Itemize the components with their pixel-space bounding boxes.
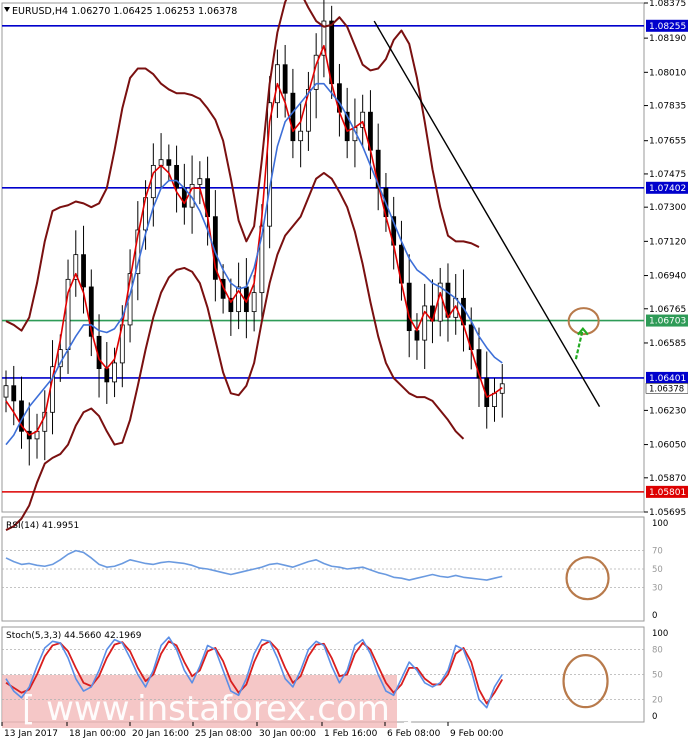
candle-body (104, 368, 110, 383)
candle-body (11, 385, 17, 402)
rsi-line (5, 549, 503, 581)
x-tick-label: 20 Jan 16:00 (132, 729, 189, 739)
level-tag-label: 1.06703 (649, 317, 686, 327)
y-tick-label: 1.07300 (649, 203, 686, 213)
y-tick-label: 1.05695 (649, 508, 686, 518)
stoch-annotation-circle (562, 654, 609, 709)
candle-body (174, 164, 179, 189)
stoch-tick-label: 20 (652, 695, 663, 705)
candle-body (166, 159, 172, 166)
watermark-text: [ www.instaforex.com ] (22, 689, 414, 729)
level-tag-label: 1.05801 (649, 488, 686, 498)
eurusd-chart: [ www.instaforex.com ] 1.08375 1.08190 1.08… (1, 0, 688, 739)
candle-body (406, 282, 412, 332)
stoch-tick-label: 50 (652, 671, 663, 681)
bollinger-upper-line (5, 0, 480, 332)
stoch-tick-label: 0 (652, 712, 657, 722)
candle-body (251, 292, 257, 313)
level-tag-label: 1.08255 (649, 22, 686, 32)
candle-body (150, 164, 156, 199)
level-tag-label: 1.06401 (649, 374, 686, 384)
y-tick-label: 1.06765 (649, 305, 686, 315)
y-tick-label: 1.05870 (649, 474, 686, 484)
candle-body (492, 392, 497, 407)
y-tick-label: 1.08010 (649, 68, 686, 78)
stoch-title: Stoch(5,3,3) 44.5660 42.1969 (6, 631, 142, 641)
candle-body (298, 130, 304, 142)
x-tick-label: 18 Jan 00:00 (69, 729, 126, 739)
chart-root: [ www.instaforex.com ] 1.08375 1.08190 1.08… (0, 0, 688, 743)
y-tick-label: 1.06940 (649, 272, 686, 282)
rsi-tick-label: 50 (652, 565, 663, 575)
y-tick-label: 1.06050 (649, 441, 686, 451)
x-tick-label: 1 Feb 16:00 (324, 729, 378, 739)
candle-body (81, 254, 86, 288)
rsi-annotation-circle (565, 556, 610, 601)
candle-body (3, 385, 9, 398)
rsi-tick-label: 0 (652, 611, 657, 621)
y-tick-label: 1.06585 (649, 339, 686, 349)
y-tick-label: 1.08190 (649, 34, 686, 44)
y-tick-label: 1.07835 (649, 102, 686, 112)
x-tick-label: 30 Jan 00:00 (259, 729, 316, 739)
y-tick-label: 1.06230 (649, 406, 686, 416)
candle-body (414, 330, 420, 341)
candle-body (197, 178, 203, 185)
rsi-tick-label: 30 (652, 583, 663, 593)
x-tick-label: 25 Jan 08:00 (195, 729, 252, 739)
moving-average-fast-line (5, 44, 503, 436)
x-tick-label: 6 Feb 08:00 (387, 729, 441, 739)
candle-body (158, 159, 164, 166)
x-tick-label: 13 Jan 2017 (4, 729, 58, 739)
rsi-tick-label: 70 (652, 547, 663, 557)
candle-body (290, 92, 296, 142)
y-tick-label: 1.08375 (649, 0, 686, 9)
panel-frame-0 (1, 2, 645, 513)
stoch-tick-label: 100 (652, 629, 668, 639)
candle-body (282, 64, 288, 94)
x-tick-label: 9 Feb 00:00 (450, 729, 504, 739)
y-tick-label: 1.07655 (649, 137, 686, 147)
last-price-label: 1.06378 (649, 384, 684, 394)
main-title: EURUSD,H4 1.06270 1.06425 1.06253 1.0637… (12, 6, 237, 17)
stoch-tick-label: 80 (652, 646, 663, 656)
title-marker (4, 7, 10, 12)
level-tag-label: 1.07402 (649, 184, 686, 194)
y-tick-label: 1.07475 (649, 170, 686, 180)
y-tick-label: 1.07120 (649, 237, 686, 247)
rsi-title: RSI(14) 41.9951 (6, 521, 79, 531)
rsi-tick-label: 100 (652, 519, 668, 529)
candle-body (112, 362, 117, 383)
